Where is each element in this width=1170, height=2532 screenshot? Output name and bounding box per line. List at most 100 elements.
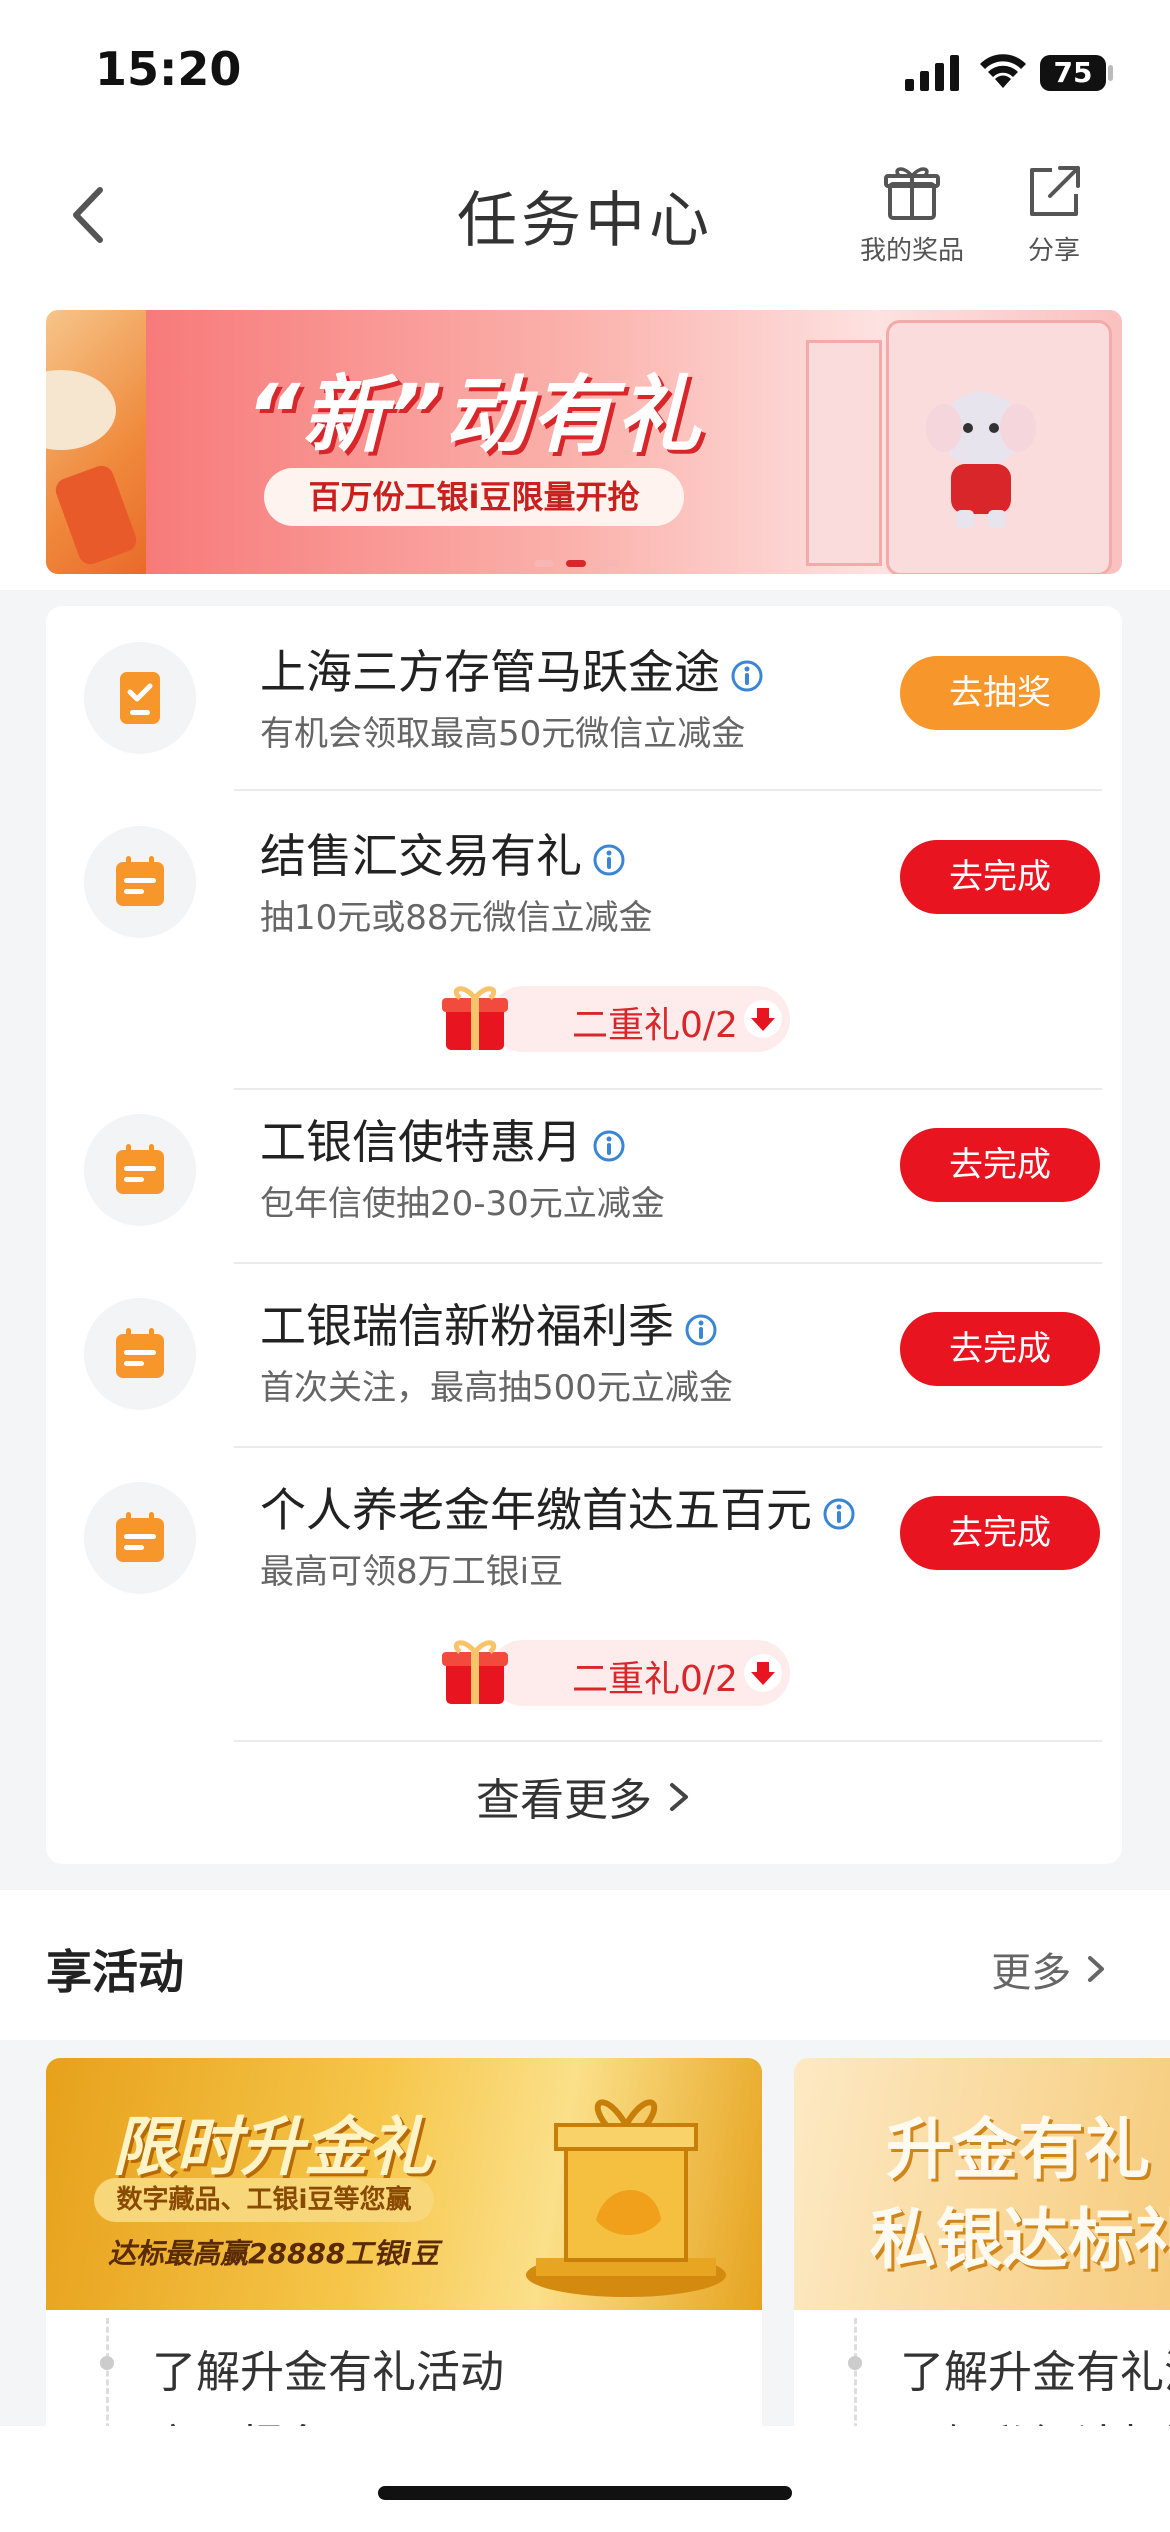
activity-image-sub: 数字藏品、工银i豆等您赢 xyxy=(94,2178,434,2222)
banner-prev-slide[interactable] xyxy=(46,310,146,574)
battery-tip xyxy=(1108,65,1113,81)
activity-line1[interactable]: 了解升金有礼活动 xyxy=(152,2336,504,2400)
task-name: 上海三方存管马跃金途 xyxy=(260,636,764,702)
activity-line1[interactable]: 了解升金有礼活动 xyxy=(900,2336,1170,2400)
gift-stage-badge[interactable]: 二重礼0/2 xyxy=(440,986,806,1052)
draw-button[interactable]: 去抽奖 xyxy=(900,656,1100,730)
complete-button[interactable]: 去完成 xyxy=(900,840,1100,914)
page-title: 任务中心 xyxy=(457,186,713,256)
carousel-dot-active xyxy=(566,560,586,567)
share-label: 分享 xyxy=(1027,236,1080,266)
banner-carousel[interactable]: “新”动有礼 百万份工银i豆限量开抢 xyxy=(0,290,1170,590)
activities-section-header: 享活动 更多 xyxy=(0,1890,1170,2040)
home-indicator-area xyxy=(0,2426,1170,2532)
activity-image-title2: 私银达标礼 xyxy=(870,2201,1170,2278)
gift-stage-text: 二重礼0/2 xyxy=(572,1005,738,1046)
info-icon[interactable] xyxy=(684,1313,718,1347)
activity-image-sub2: 达标最高赢28888工银i豆 xyxy=(108,2237,440,2270)
info-icon[interactable] xyxy=(822,1497,856,1531)
my-prizes-button[interactable]: 我的奖品 xyxy=(860,162,964,267)
gift-stage-text: 二重礼0/2 xyxy=(572,1659,738,1700)
home-indicator[interactable] xyxy=(378,2486,792,2500)
activities-carousel[interactable]: 限时升金礼 数字藏品、工银i豆等您赢 达标最高赢28888工银i豆 了解升金有礼… xyxy=(0,2040,1170,2426)
gift-stage-badge[interactable]: 二重礼0/2 xyxy=(440,1640,806,1706)
timeline-dot xyxy=(100,2356,114,2370)
timeline-line xyxy=(106,2318,111,2426)
task-desc: 抽10元或88元微信立减金 xyxy=(260,898,653,938)
task-desc: 有机会领取最高50元微信立减金 xyxy=(260,714,746,754)
carousel-indicator xyxy=(534,552,630,571)
task-name: 工银瑞信新粉福利季 xyxy=(260,1290,718,1356)
activity-card[interactable]: 升金有礼 私银达标礼 了解升金有礼活动 了解私银达标活动 xyxy=(794,2058,1170,2426)
calendar-icon xyxy=(116,856,164,906)
task-desc: 最高可领8万工银i豆 xyxy=(260,1552,564,1592)
task-icon-wrap xyxy=(84,642,196,754)
activities-more-link[interactable]: 更多 xyxy=(991,1940,1110,1998)
battery-icon: 75 xyxy=(1040,55,1106,91)
task-icon-wrap xyxy=(84,1298,196,1410)
task-desc: 包年信使抽20-30元立减金 xyxy=(260,1184,665,1224)
timeline-dot xyxy=(848,2356,862,2370)
calendar-icon xyxy=(116,1144,164,1194)
task-name-text: 工银瑞信新粉福利季 xyxy=(260,1299,674,1353)
divider xyxy=(234,1740,1102,1742)
activity-card[interactable]: 限时升金礼 数字藏品、工银i豆等您赢 达标最高赢28888工银i豆 了解升金有礼… xyxy=(46,2058,762,2426)
gold-gift-icon xyxy=(526,2099,726,2297)
timeline-line xyxy=(854,2318,859,2426)
divider xyxy=(234,1088,1102,1090)
divider xyxy=(234,1446,1102,1448)
task-name-text: 工银信使特惠月 xyxy=(260,1115,582,1169)
view-more-link[interactable]: 查看更多 xyxy=(46,1764,1122,1828)
calendar-icon xyxy=(116,1328,164,1378)
task-list-card: 上海三方存管马跃金途 有机会领取最高50元微信立减金 去抽奖 结售汇交易有礼 抽… xyxy=(46,606,1122,1864)
signal-icon xyxy=(905,55,959,91)
chevron-right-icon xyxy=(670,1783,688,1811)
arrow-down-icon xyxy=(751,1008,775,1031)
activity-banner-image: 限时升金礼 数字藏品、工银i豆等您赢 达标最高赢28888工银i豆 xyxy=(46,2058,762,2310)
calendar-icon xyxy=(116,1512,164,1562)
arrow-down-wrap xyxy=(744,1654,782,1692)
nav-bar: 任务中心 我的奖品 分享 xyxy=(0,150,1170,290)
task-icon-wrap xyxy=(84,1482,196,1594)
arrow-down-wrap xyxy=(744,1000,782,1038)
elephant-mascot-icon xyxy=(926,392,1036,528)
activities-title: 享活动 xyxy=(46,1945,184,1999)
task-name: 工银信使特惠月 xyxy=(260,1106,626,1172)
status-time: 15:20 xyxy=(95,42,242,96)
task-icon-wrap xyxy=(84,1114,196,1226)
wifi-icon xyxy=(980,54,1026,88)
task-name: 结售汇交易有礼 xyxy=(260,820,626,886)
activity-banner-image: 升金有礼 私银达标礼 xyxy=(794,2058,1170,2310)
gift-icon xyxy=(884,167,940,220)
info-icon[interactable] xyxy=(592,1129,626,1163)
divider xyxy=(234,789,1102,791)
task-icon-wrap xyxy=(84,826,196,938)
arrow-down-icon xyxy=(751,1662,775,1685)
task-name-text: 上海三方存管马跃金途 xyxy=(260,645,720,699)
info-icon[interactable] xyxy=(592,843,626,877)
phone-check-icon xyxy=(120,672,160,724)
complete-button[interactable]: 去完成 xyxy=(900,1496,1100,1570)
cup-image xyxy=(46,370,116,450)
task-name-text: 个人养老金年缴首达五百元 xyxy=(260,1483,812,1537)
building-illustration xyxy=(806,340,882,566)
carousel-dot xyxy=(598,560,618,567)
banner-title: “新”动有礼 xyxy=(246,366,703,464)
info-icon[interactable] xyxy=(730,659,764,693)
chevron-right-icon xyxy=(1088,1956,1104,1982)
activity-image-title: 限时升金礼 xyxy=(112,2111,432,2185)
activities-more-text: 更多 xyxy=(991,1950,1072,1996)
complete-button[interactable]: 去完成 xyxy=(900,1312,1100,1386)
banner-subtitle: 百万份工银i豆限量开抢 xyxy=(264,468,684,526)
share-icon xyxy=(1030,166,1080,216)
activity-image-title: 升金有礼 xyxy=(886,2111,1150,2188)
activity-line2[interactable]: 了解私银达标活动 xyxy=(900,2410,1170,2426)
task-desc: 首次关注，最高抽500元立减金 xyxy=(260,1368,733,1408)
activity-line2[interactable]: 立即报名 xyxy=(152,2410,328,2426)
share-button[interactable]: 分享 xyxy=(1024,162,1084,267)
status-bar: 15:20 75 xyxy=(0,0,1170,150)
card-image xyxy=(52,462,140,568)
banner-slide[interactable]: “新”动有礼 百万份工银i豆限量开抢 xyxy=(146,310,1122,574)
divider xyxy=(234,1262,1102,1264)
complete-button[interactable]: 去完成 xyxy=(900,1128,1100,1202)
